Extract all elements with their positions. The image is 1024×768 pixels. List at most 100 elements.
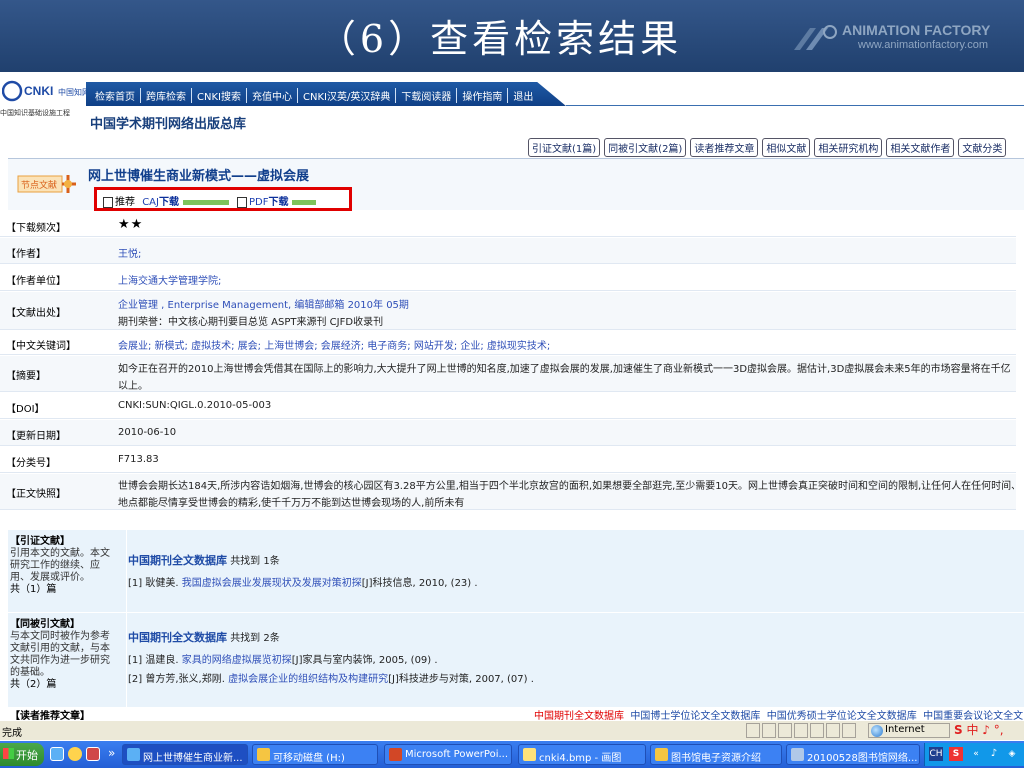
nav-search-home[interactable]: 检索首页 [90,88,141,103]
row-label: 【中文关键词】 [6,341,76,352]
cocited-ref-title-link[interactable]: 家具的网络虚拟展览初探 [182,655,292,666]
cnki-header: CNKI 中国知网 中国知识基础设施工程 检索首页跨库检索CNKI搜索充值中心C… [0,76,1024,136]
status-cells [746,723,858,738]
citing-desc: 引用本文的文献。本文 [10,548,110,559]
info-row-source: 【文献出处】 企业管理 , Enterprise Management, 编辑部… [0,292,1016,330]
powerpoint-icon [389,748,402,761]
info-row-snapshot: 【正文快照】 世博会会期长达184天,所涉内容诰如烟海,世博会的核心园区有3.2… [0,474,1016,510]
citing-found: 共找到 1条 [230,556,280,567]
row-label: 【分类号】 [6,458,56,469]
nav-guide[interactable]: 操作指南 [457,88,509,103]
row-label: 【作者单位】 [6,276,66,287]
caj-download-label[interactable]: CAJ [142,197,159,208]
related-institutions-button[interactable]: 相关研究机构 [814,138,883,157]
row-label: 【下载频次】 [6,223,66,234]
recommend-icon [103,196,113,208]
abstract-line-2: 以上。 [118,381,148,392]
cocited-desc: 与本文同时被作为参考 [10,631,110,642]
source-journal-link[interactable]: 企业管理 , Enterprise Management, 编辑部邮箱 2010… [118,300,409,311]
quicklaunch-more-icon[interactable]: » [108,746,115,760]
svg-text:中国知网: 中国知网 [58,87,86,97]
citing-head: 【引证文献】 [10,536,70,547]
source-honors: 期刊荣誉：中文核心期刊要目总览 ASPT来源刊 CJFD收录刊 [118,317,384,328]
ime-toolbar[interactable]: S 中 ♪ °, [954,721,1004,738]
cocited-ref-title-link[interactable]: 虚拟会展企业的组织结构及构建研究 [228,674,388,685]
ime-status: 中 ♪ °, [966,723,1004,737]
doc-class-button[interactable]: 文献分类 [958,138,1007,157]
nav-reader-download[interactable]: 下载阅读器 [396,88,458,103]
nav-cnki-search[interactable]: CNKI搜索 [192,88,247,103]
quicklaunch-browser-icon[interactable] [68,747,82,761]
related-authors-button[interactable]: 相关文献作者 [886,138,955,157]
info-row-doi: 【DOI】 CNKI:SUN:QIGL.0.2010-05-003 [0,393,1016,419]
caj-download-link[interactable]: 下载 [159,197,179,208]
nav-dictionary[interactable]: CNKI汉英/英汉辞典 [298,88,397,103]
nav-cross-db[interactable]: 跨库检索 [141,88,192,103]
class-number: F713.83 [118,454,159,465]
pdf-download-label[interactable]: PDF [249,197,268,208]
sogou-s-icon: S [954,723,963,737]
nav-logout[interactable]: 退出 [508,88,538,103]
pdf-icon [236,196,247,208]
nav-recharge[interactable]: 充值中心 [247,88,298,103]
row-label: 【摘要】 [6,371,46,382]
quicklaunch-ie-icon[interactable] [50,747,64,761]
article-title[interactable]: 网上世博催生商业新模式——虚拟会展 [88,165,309,184]
cocited-db-link[interactable]: 中国期刊全文数据库 [128,631,227,644]
task-ie-window[interactable]: 网上世博催生商业新... [122,744,248,765]
system-tray: CH S « ♪ ◈ [924,743,1024,766]
recommend-link[interactable]: 推荐 [115,197,135,208]
ie-icon [127,748,140,761]
citing-desc: 用、发展或评价。 [10,572,90,583]
windows-taskbar: 开始 » 网上世博催生商业新... 可移动磁盘 (H:) Microsoft P… [0,741,1024,768]
abstract-line-1: 如今正在召开的2010上海世博会凭借其在国际上的影响力,大大提升了网上世博的知名… [118,364,1011,375]
cocited-docs-button[interactable]: 同被引文献(2篇) [604,138,687,157]
task-removable-disk[interactable]: 可移动磁盘 (H:) [252,744,378,765]
cocited-count: 共（2）篇 [10,679,57,690]
row-label: 【文献出处】 [6,308,66,319]
film-reel-icon [794,25,837,50]
cnki-logo[interactable]: CNKI 中国知网 [2,80,86,102]
cocited-desc: 文献引用的文献，与本 [10,643,110,654]
sogou-tray-icon[interactable]: S [949,747,963,761]
quicklaunch-media-icon[interactable] [86,747,100,761]
similar-docs-button[interactable]: 相似文献 [762,138,811,157]
volume-icon[interactable]: ♪ [987,747,1001,761]
start-button[interactable]: 开始 [0,743,44,766]
caj-download-bar [182,199,229,205]
language-indicator[interactable]: CH [929,747,943,761]
cnki-logo-subtitle: 中国知识基础设施工程 [0,109,70,117]
network-icon[interactable]: ◈ [1005,747,1019,761]
row-label: 【更新日期】 [6,431,66,442]
pdf-download-link[interactable]: 下载 [268,197,288,208]
reader-recommend-button[interactable]: 读者推荐文章 [690,138,759,157]
snapshot-line-1: 世博会会期长达184天,所涉内容诰如烟海,世博会的核心园区有3.28平方公里,相… [118,481,1014,492]
task-library-resources[interactable]: 图书馆电子资源介绍 [650,744,782,765]
status-text: 完成 [2,728,22,739]
citing-db-link[interactable]: 中国期刊全文数据库 [128,554,227,567]
info-row-keywords: 【中文关键词】 会展业; 新模式; 虚拟技术; 展会; 上海世博会; 会展经济;… [0,331,1016,355]
tray-expand-icon[interactable]: « [969,747,983,761]
security-zone: Internet [868,723,950,738]
task-powerpoint[interactable]: Microsoft PowerPoi... [384,744,512,765]
folder-icon [257,748,270,761]
info-row-download-freq: 【下载频次】 ★★ [0,213,1016,237]
zone-label: Internet [885,724,925,735]
info-row-abstract: 【摘要】 如今正在召开的2010上海世博会凭借其在国际上的影响力,大大提升了网上… [0,356,1016,392]
row-label: 【作者】 [6,249,46,260]
citing-ref-title-link[interactable]: 我国虚拟会展业发展现状及发展对策初探 [182,578,362,589]
updated-date: 2010-06-10 [118,427,177,438]
citing-desc: 研究工作的继续、应 [10,560,100,571]
task-paint[interactable]: cnki4.bmp - 画图 [518,744,646,765]
keywords-links[interactable]: 会展业; 新模式; 虚拟技术; 展会; 上海世博会; 会展经济; 电子商务; 网… [118,337,1014,352]
citing-docs-button[interactable]: 引证文献(1篇) [528,138,601,157]
folder-icon [655,748,668,761]
affiliation-link[interactable]: 上海交通大学管理学院; [118,272,1014,287]
author-link[interactable]: 王悦; [118,245,1014,260]
cocited-ref-2: [2] 曾方芳,张义,郑刚. 虚拟会展企业的组织结构及构建研究[J]科技进步与对… [128,674,534,685]
slide-header: （6）查看检索结果 ANIMATION FACTORY www.animatio… [0,0,1024,72]
cocited-head: 【同被引文献】 [10,619,80,630]
cnki-nav-bar: 检索首页 跨库检索 CNKI搜索 充值中心 CNKI汉英/英汉辞典 下载阅读器 操作指南 退出 [86,82,566,106]
task-library-network[interactable]: 20100528图书馆网络... [786,744,920,765]
snapshot-line-2: 地点都能尽情享受世博会的精彩,使千千万万不能到达世博会现场的人,前所未有 [118,498,465,509]
